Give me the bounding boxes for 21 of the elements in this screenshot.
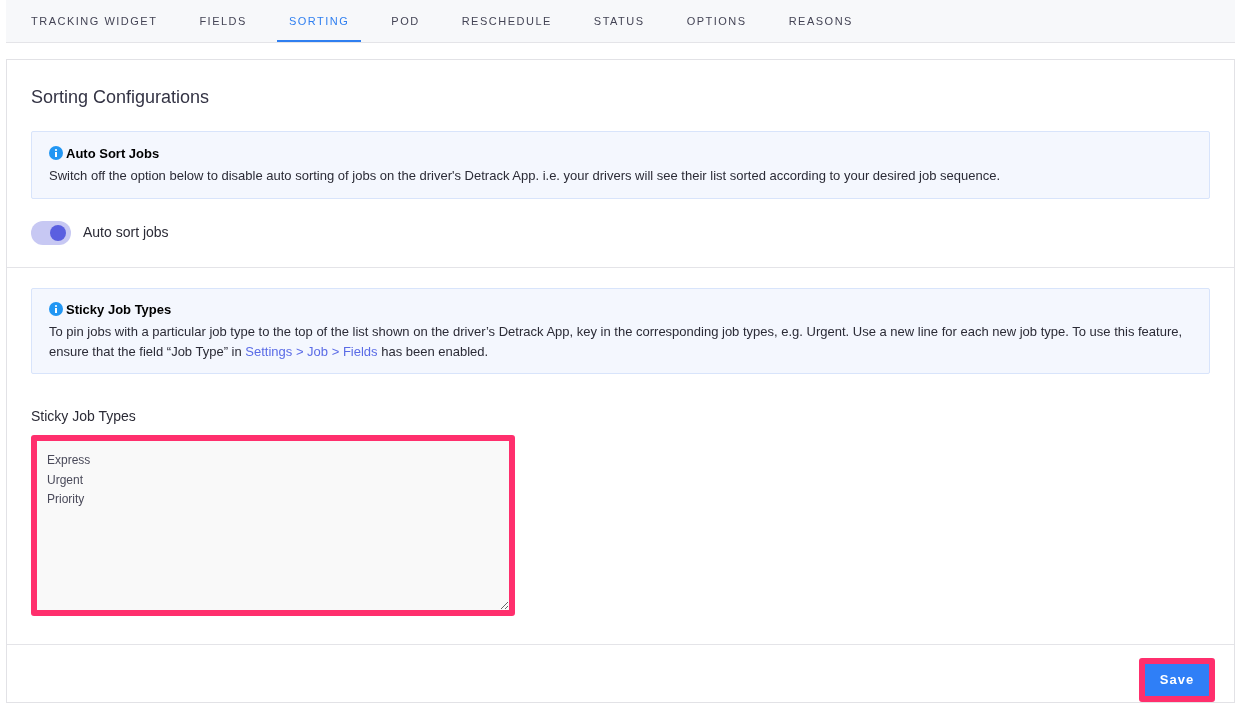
page-title: Sorting Configurations [31,85,211,109]
text-area[interactable]: Express Urgent Priority [31,435,515,616]
tab[interactable]: TRACKING WIDGET [19,0,170,42]
tab[interactable]: OPTIONS [674,0,759,42]
tab[interactable]: FIELDS [187,0,259,42]
tab[interactable]: REASONS [776,0,865,42]
toggle-switch[interactable] [31,220,71,245]
field-label: Sticky Job Types [31,407,137,426]
tab[interactable]: RESCHEDULE [449,0,564,42]
settings-link[interactable]: Settings > Job > Fields [245,344,378,359]
tab[interactable]: STATUS [581,0,657,42]
info-text: Switch off the option below to disable auto sorting of jobs on the driver's Detrack App. i.e. your drivers will see their list sorted according to your desired job sequence. [49,167,1002,185]
toggle-label: Auto sort jobs [83,223,169,242]
info-text: To pin jobs with a particular job type to the top of the list shown on the driver’s Detrack App, key in the corresponding job types, e.g. Urgent. Use a new line for each new job type. To use this feature, ensure that the field “Job Type” in Settings > Job > Fields has been enabled. [49,323,1184,361]
info-icon [49,302,63,317]
info-icon [49,146,63,161]
save-button[interactable]: Save [1139,658,1215,702]
tab[interactable]: SORTING [276,0,362,42]
tab[interactable]: POD [379,0,432,42]
info-title: Sticky Job Types [66,300,172,319]
info-title: Auto Sort Jobs [66,144,160,163]
